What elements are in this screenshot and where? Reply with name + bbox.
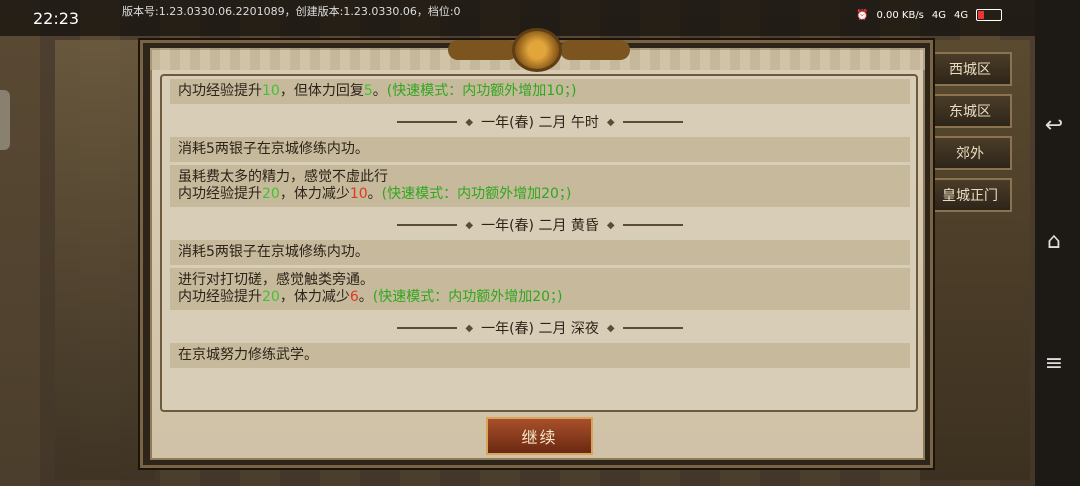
log-text: 。 bbox=[358, 289, 373, 305]
log-text: 消耗5两银子在京城修练内功。 bbox=[178, 141, 369, 157]
log-entry-line: 内功经验提升20，体力减少10。(快速模式：内功额外增加20；) bbox=[178, 186, 902, 203]
fast-mode-note: (快速模式：内功额外增加20；) bbox=[372, 289, 563, 305]
location-button-west[interactable]: 西城区 bbox=[928, 52, 1012, 86]
log-value: 5 bbox=[363, 83, 373, 99]
diamond-icon: ◆ bbox=[606, 219, 615, 231]
log-entry-line: 虽耗费太多的精力，感觉不虚此行 bbox=[178, 169, 902, 186]
alarm-icon: ⏰ bbox=[856, 9, 869, 21]
side-drawer-handle[interactable] bbox=[0, 90, 10, 150]
divider-line bbox=[622, 121, 683, 123]
log-text: 。 bbox=[372, 83, 387, 99]
back-icon[interactable]: ↩ bbox=[1040, 112, 1068, 140]
version-info: 版本号:1.23.0330.06.2201089，创建版本:1.23.0330.… bbox=[122, 5, 461, 18]
signal-1: 4G bbox=[931, 9, 947, 21]
diamond-icon: ◆ bbox=[465, 116, 474, 128]
dialog-emblem-icon bbox=[512, 28, 562, 72]
log-value: 20 bbox=[262, 186, 280, 202]
event-log-frame: 内功经验提升10，但体力回复5。(快速模式：内功额外增加10；) ◆ 一年(春) 二… bbox=[160, 74, 918, 412]
log-entry-line: 内功经验提升10，但体力回复5。(快速模式：内功额外增加10；) bbox=[178, 83, 902, 100]
log-value: 6 bbox=[349, 289, 359, 305]
fast-mode-note: (快速模式：内功额外增加10；) bbox=[386, 83, 577, 99]
log-text: 虽耗费太多的精力，感觉不虚此行 bbox=[178, 169, 388, 185]
log-entry-line: 消耗5两银子在京城修练内功。 bbox=[178, 244, 902, 261]
diamond-icon: ◆ bbox=[606, 116, 615, 128]
log-entry-line: 内功经验提升20，体力减少6。(快速模式：内功额外增加20；) bbox=[178, 289, 902, 306]
divider-line bbox=[397, 224, 458, 226]
log-entry: 消耗5两银子在京城修练内功。 bbox=[170, 240, 910, 265]
net-speed: 0.00 KB/s bbox=[876, 9, 924, 21]
time-divider: ◆ 一年(春) 二月 黄昏 ◆ bbox=[170, 210, 910, 240]
log-text: 在京城努力修练武学。 bbox=[178, 347, 318, 363]
continue-button[interactable]: 继续 bbox=[486, 417, 593, 455]
divider-time-label: 一年(春) 二月 黄昏 bbox=[481, 218, 599, 234]
divider-time-label: 一年(春) 二月 午时 bbox=[481, 115, 599, 131]
signal-2: 4G bbox=[954, 9, 969, 21]
event-log-list[interactable]: 内功经验提升10，但体力回复5。(快速模式：内功额外增加10；) ◆ 一年(春) 二… bbox=[170, 79, 910, 371]
diamond-icon: ◆ bbox=[606, 322, 615, 334]
log-text: 。 bbox=[367, 186, 382, 202]
status-icons: ⏰ 0.00 KB/s 4G 4G bbox=[856, 9, 1003, 21]
divider-line bbox=[622, 327, 683, 329]
log-entry: 在京城努力修练武学。 bbox=[170, 343, 910, 368]
divider-time-label: 一年(春) 二月 深夜 bbox=[481, 321, 599, 337]
log-entry: 消耗5两银子在京城修练内功。 bbox=[170, 137, 910, 162]
log-entry: 进行对打切磋，感觉触类旁通。 内功经验提升20，体力减少6。(快速模式：内功额外增… bbox=[170, 268, 910, 310]
log-text: 消耗5两银子在京城修练内功。 bbox=[178, 244, 369, 260]
log-entry-line: 进行对打切磋，感觉触类旁通。 bbox=[178, 272, 902, 289]
log-value: 10 bbox=[262, 83, 280, 99]
diamond-icon: ◆ bbox=[465, 322, 474, 334]
divider-line bbox=[397, 327, 458, 329]
ornament-right-wing bbox=[560, 40, 630, 60]
log-text: ，体力减少 bbox=[279, 289, 350, 305]
status-time: 22:23 bbox=[33, 9, 80, 28]
divider-line bbox=[622, 224, 683, 226]
fast-mode-note: (快速模式：内功额外增加20；) bbox=[381, 186, 572, 202]
log-text: 内功经验提升 bbox=[178, 83, 262, 99]
home-icon[interactable]: ⌂ bbox=[1040, 228, 1068, 256]
divider-line bbox=[397, 121, 458, 123]
log-entry: 内功经验提升10，但体力回复5。(快速模式：内功额外增加10；) bbox=[170, 79, 910, 104]
log-value: 10 bbox=[349, 186, 368, 202]
battery-icon bbox=[976, 9, 1003, 21]
log-text: 进行对打切磋，感觉触类旁通。 bbox=[178, 272, 374, 288]
log-text: ，但体力回复 bbox=[279, 83, 364, 99]
log-value: 20 bbox=[262, 289, 280, 305]
log-text: ，体力减少 bbox=[279, 186, 350, 202]
log-text: 内功经验提升 bbox=[178, 186, 262, 202]
time-divider: ◆ 一年(春) 二月 深夜 ◆ bbox=[170, 313, 910, 343]
location-button-east[interactable]: 东城区 bbox=[928, 94, 1012, 128]
menu-icon[interactable]: ≡ bbox=[1040, 350, 1068, 378]
ornament-left-wing bbox=[448, 40, 518, 60]
diamond-icon: ◆ bbox=[465, 219, 474, 231]
location-button-suburb[interactable]: 郊外 bbox=[928, 136, 1012, 170]
log-entry: 虽耗费太多的精力，感觉不虚此行 内功经验提升20，体力减少10。(快速模式：内功额… bbox=[170, 165, 910, 207]
location-button-palace-gate[interactable]: 皇城正门 bbox=[928, 178, 1012, 212]
log-entry-line: 消耗5两银子在京城修练内功。 bbox=[178, 141, 902, 158]
log-entry-line: 在京城努力修练武学。 bbox=[178, 347, 902, 364]
time-divider: ◆ 一年(春) 二月 午时 ◆ bbox=[170, 107, 910, 137]
log-text: 内功经验提升 bbox=[178, 289, 262, 305]
